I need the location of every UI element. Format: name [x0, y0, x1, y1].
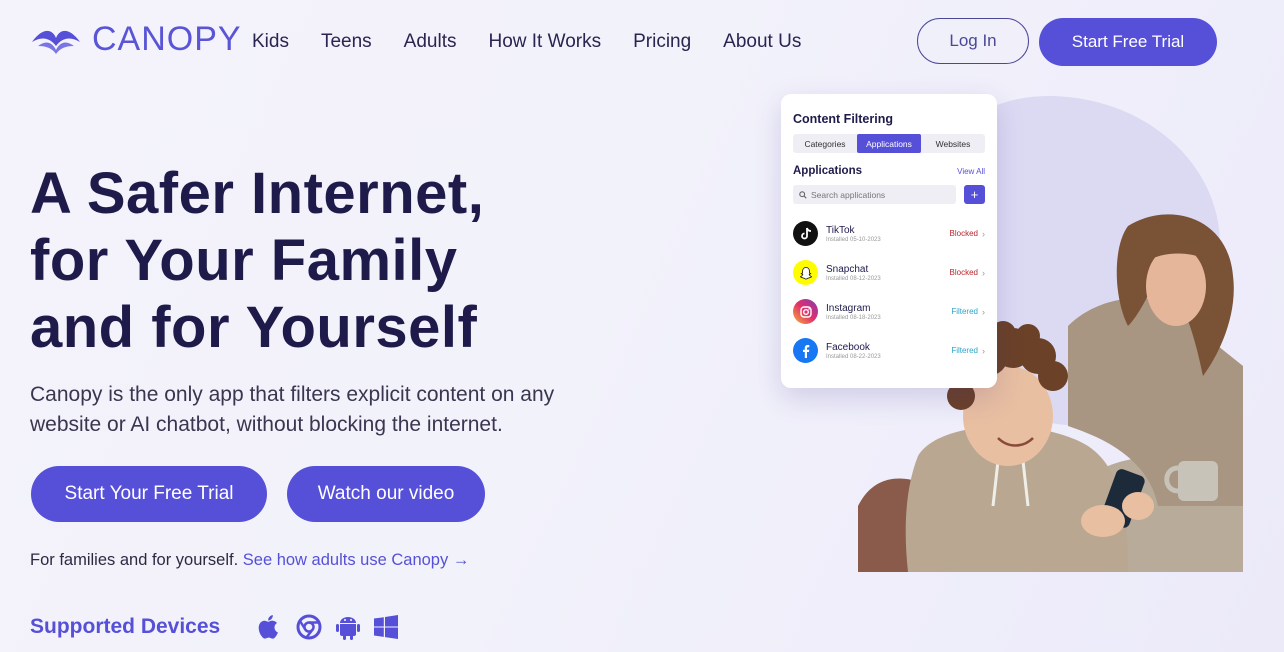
families-note: For families and for yourself. See how a…: [30, 551, 469, 570]
families-text: For families and for yourself.: [30, 551, 239, 569]
tiktok-icon: [793, 221, 818, 246]
view-all-link[interactable]: View All: [957, 167, 985, 176]
app-name: Snapchat: [826, 263, 869, 275]
tab-websites[interactable]: Websites: [921, 134, 985, 153]
brand-name: CANOPY: [92, 20, 242, 58]
tab-applications[interactable]: Applications: [857, 134, 921, 153]
chevron-right-icon: ›: [982, 228, 985, 239]
app-name: Instagram: [826, 302, 871, 314]
apple-icon: [258, 615, 279, 639]
app-row[interactable]: Facebook Installed 08-22-2023 Filtered ›: [793, 331, 985, 370]
app-info: TikTok Installed 05-10-2023: [826, 225, 950, 243]
chrome-icon: [296, 614, 322, 640]
device-icons: [258, 614, 399, 640]
watch-video-button[interactable]: Watch our video: [287, 466, 485, 522]
hero-title: A Safer Internet, for Your Family and fo…: [30, 160, 630, 361]
app-info: Snapchat Installed 08-12-2023: [826, 264, 950, 282]
android-icon: [336, 617, 361, 640]
supported-devices: Supported Devices: [30, 614, 399, 640]
app-date: Installed 08-18-2023: [826, 314, 881, 321]
app-info: Instagram Installed 08-18-2023: [826, 303, 951, 321]
devices-label: Supported Devices: [30, 615, 221, 638]
app-name: Facebook: [826, 341, 870, 353]
app-status: Blocked: [949, 268, 978, 277]
snapchat-icon: [793, 260, 818, 285]
start-free-trial-button[interactable]: Start Free Trial: [1039, 18, 1217, 66]
instagram-icon: [793, 299, 818, 324]
app-date: Installed 08-12-2023: [826, 275, 881, 282]
search-placeholder: Search applications: [811, 189, 886, 200]
hero-subtitle: Canopy is the only app that filters expl…: [30, 383, 555, 436]
nav-kids[interactable]: Kids: [252, 31, 289, 53]
content-filtering-card: Content Filtering Categories Application…: [781, 94, 997, 388]
nav-adults[interactable]: Adults: [404, 31, 457, 53]
app-info: Facebook Installed 08-22-2023: [826, 342, 951, 360]
chevron-right-icon: ›: [982, 345, 985, 356]
canopy-logo-icon: [32, 30, 80, 54]
apps-header: Applications View All: [793, 165, 985, 177]
app-date: Installed 05-10-2023: [826, 236, 881, 243]
hero-title-line: and for Yourself: [30, 295, 478, 360]
app-row[interactable]: Snapchat Installed 08-12-2023 Blocked ›: [793, 253, 985, 292]
adults-link[interactable]: See how adults use Canopy →: [243, 551, 470, 569]
search-applications-input[interactable]: Search applications: [793, 185, 956, 204]
start-your-free-trial-button[interactable]: Start Your Free Trial: [31, 466, 267, 522]
hero-cta-row: Start Your Free Trial Watch our video: [31, 466, 485, 522]
brand-logo[interactable]: CANOPY: [30, 20, 242, 59]
chevron-right-icon: ›: [982, 267, 985, 278]
card-title: Content Filtering: [793, 112, 893, 126]
app-status: Blocked: [949, 229, 978, 238]
app-row[interactable]: TikTok Installed 05-10-2023 Blocked ›: [793, 214, 985, 253]
chevron-right-icon: ›: [982, 306, 985, 317]
app-name: TikTok: [826, 224, 855, 236]
nav-teens[interactable]: Teens: [321, 31, 372, 53]
hero-title-line: A Safer Internet,: [30, 161, 485, 226]
app-date: Installed 08-22-2023: [826, 353, 881, 360]
login-button[interactable]: Log In: [917, 18, 1029, 64]
app-status: Filtered: [951, 307, 978, 316]
filter-tabs: Categories Applications Websites: [793, 134, 985, 153]
add-application-button[interactable]: +: [964, 185, 985, 204]
facebook-icon: [793, 338, 818, 363]
search-icon: [799, 190, 807, 199]
main-nav: Kids Teens Adults How It Works Pricing A…: [252, 31, 801, 53]
hero-title-line: for Your Family: [30, 228, 458, 293]
tab-categories[interactable]: Categories: [793, 134, 857, 153]
nav-about-us[interactable]: About Us: [723, 31, 801, 53]
app-row[interactable]: Instagram Installed 08-18-2023 Filtered …: [793, 292, 985, 331]
nav-how-it-works[interactable]: How It Works: [488, 31, 601, 53]
nav-pricing[interactable]: Pricing: [633, 31, 691, 53]
windows-icon: [374, 615, 399, 639]
app-status: Filtered: [951, 346, 978, 355]
search-row: Search applications +: [793, 185, 985, 204]
apps-section-title: Applications: [793, 165, 863, 177]
